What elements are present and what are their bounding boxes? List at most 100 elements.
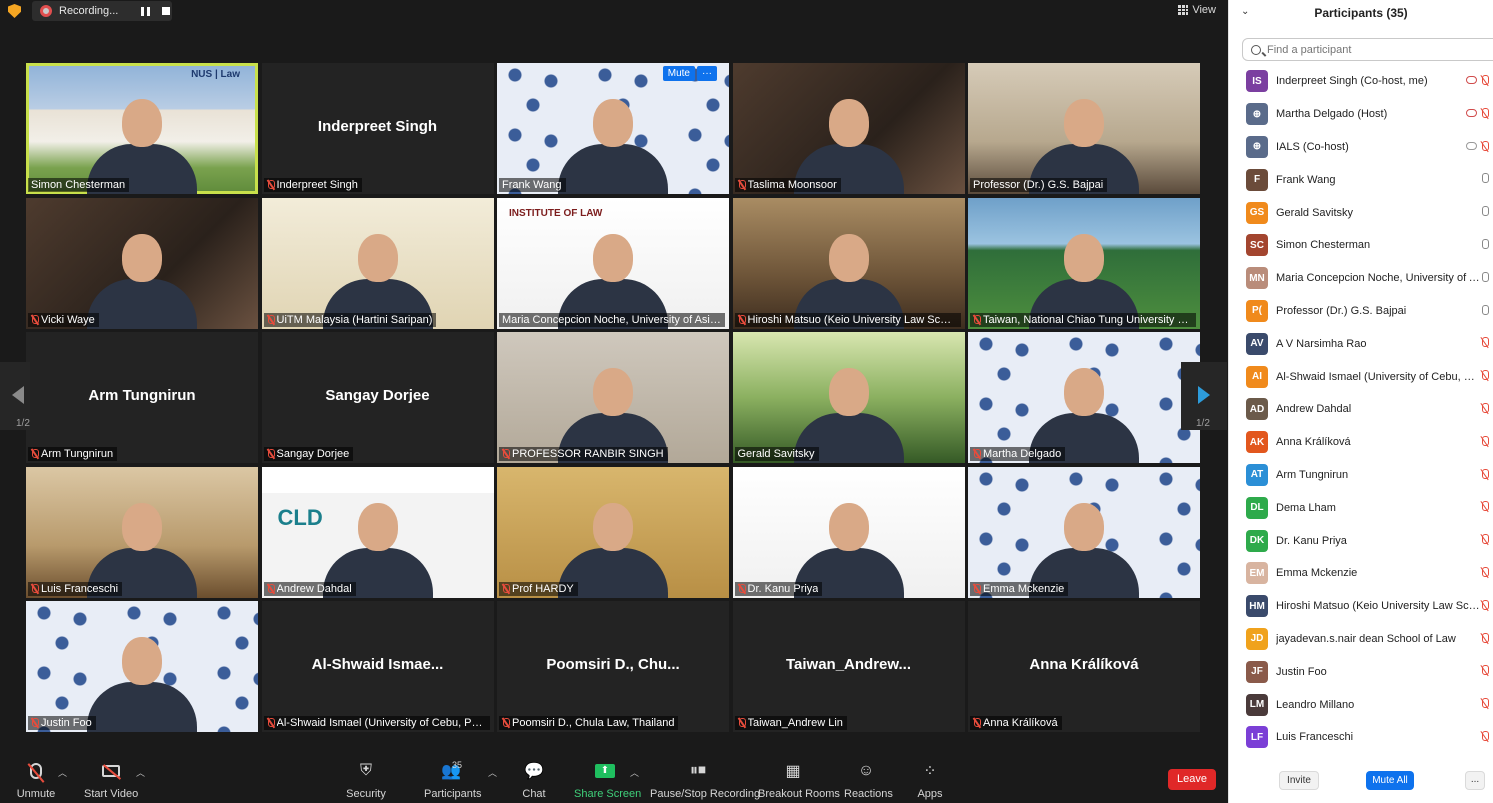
participant-row[interactable]: HM Hiroshi Matsuo (Keio University Law Sc…: [1229, 590, 1493, 623]
reactions-button[interactable]: ☺ Reactions: [844, 760, 893, 800]
video-tile[interactable]: PROFESSOR RANBIR SINGH: [497, 332, 729, 463]
video-tile[interactable]: Emma Mckenzie: [968, 466, 1200, 598]
video-tile[interactable]: Martha Delgado: [968, 332, 1200, 463]
microphone-icon[interactable]: [1481, 173, 1489, 184]
microphone-icon[interactable]: [1481, 206, 1489, 217]
participant-row[interactable]: AV A V Narsimha Rao: [1229, 327, 1493, 360]
video-tile[interactable]: Gerald Savitsky: [732, 332, 965, 463]
video-tile[interactable]: CLD Andrew Dahdal: [261, 466, 494, 598]
microphone-muted-icon: [973, 718, 981, 728]
microphone-muted-icon[interactable]: [1481, 337, 1489, 348]
participant-row[interactable]: ⊕ IALS (Co-host): [1229, 131, 1493, 164]
microphone-icon[interactable]: [1481, 238, 1489, 250]
invite-button[interactable]: Invite: [1279, 771, 1319, 790]
microphone-muted-icon[interactable]: [1481, 698, 1489, 709]
video-tile[interactable]: Taslima Moonsoor: [732, 63, 965, 194]
participant-row[interactable]: P(Professor (Dr.) G.S. Bajpai: [1229, 295, 1493, 328]
microphone-icon[interactable]: [1481, 304, 1489, 316]
security-shield-icon[interactable]: [8, 4, 21, 18]
more-options-button[interactable]: ...: [1465, 771, 1485, 790]
participant-row[interactable]: JF Justin Foo: [1229, 655, 1493, 688]
mute-all-button[interactable]: Mute All: [1366, 771, 1414, 790]
participant-row[interactable]: JD jayadevan.s.nair dean School of Law: [1229, 623, 1493, 656]
video-tile[interactable]: Dr. Kanu Priya: [732, 466, 965, 598]
video-tile[interactable]: Taiwan_Andrew... Taiwan_Andrew Lin: [732, 601, 965, 732]
microphone-muted-icon[interactable]: [1481, 370, 1489, 381]
stop-recording-icon[interactable]: [162, 7, 170, 15]
leave-button[interactable]: Leave: [1168, 769, 1216, 790]
microphone-muted-icon[interactable]: [1481, 730, 1489, 742]
video-tile[interactable]: Inderpreet Singh Inderpreet Singh: [261, 63, 494, 194]
video-tile[interactable]: Poomsiri D., Chu... Poomsiri D., Chula La…: [497, 601, 729, 732]
participant-row[interactable]: EM Emma Mckenzie: [1229, 557, 1493, 590]
participant-row[interactable]: F Frank Wang: [1229, 163, 1493, 196]
audio-options-caret-icon[interactable]: ︿: [58, 766, 67, 779]
participants-caret-icon[interactable]: ︿: [488, 766, 497, 779]
microphone-muted-icon[interactable]: [1481, 435, 1489, 447]
meeting-toolbar: Unmute ︿ Start Video ︿ ⛨ Security 👥 35 Pa…: [0, 756, 1228, 803]
pause-stop-recording-button[interactable]: ⏸⏹ Pause/Stop Recording: [650, 760, 760, 800]
name-tag: Frank Wang: [499, 178, 566, 192]
video-tile[interactable]: INSTITUTE OF LAW Maria Concepcion Noche, …: [497, 197, 729, 329]
microphone-muted-icon[interactable]: [1481, 75, 1489, 86]
start-video-label: Start Video: [84, 788, 139, 800]
apps-button[interactable]: ⁘ Apps: [914, 760, 946, 800]
video-tile[interactable]: Vicki Waye: [26, 197, 258, 329]
participant-row[interactable]: AT Arm Tungnirun: [1229, 459, 1493, 492]
pause-recording-icon[interactable]: [141, 6, 150, 16]
participant-row[interactable]: SC Simon Chesterman: [1229, 229, 1493, 262]
microphone-muted-icon[interactable]: [1481, 632, 1489, 644]
microphone-muted-icon[interactable]: [1481, 107, 1489, 119]
video-tile[interactable]: Al-Shwaid Ismae... Al-Shwaid Ismael (Univ…: [261, 601, 494, 732]
participant-row[interactable]: LM Leandro Millano: [1229, 688, 1493, 721]
video-tile[interactable]: Mute ··· Frank Wang: [497, 63, 729, 194]
participant-search-input[interactable]: [1267, 43, 1487, 56]
video-tile[interactable]: Taiwan, National Chiao Tung University S…: [968, 197, 1200, 329]
participant-row[interactable]: GS Gerald Savitsky: [1229, 196, 1493, 229]
microphone-muted-icon[interactable]: [1481, 534, 1489, 545]
security-button[interactable]: ⛨ Security: [346, 760, 386, 800]
participant-row[interactable]: IS Inderpreet Singh (Co-host, me): [1229, 65, 1493, 98]
video-tile[interactable]: UiTM Malaysia (Hartini Saripan): [261, 197, 494, 329]
view-button[interactable]: View: [1178, 4, 1216, 16]
participant-row[interactable]: MN Maria Concepcion Noche, University of …: [1229, 262, 1493, 295]
video-tile[interactable]: Sangay Dorjee Sangay Dorjee: [261, 332, 494, 463]
microphone-muted-icon[interactable]: [1481, 501, 1489, 512]
mute-participant-button[interactable]: Mute: [662, 66, 695, 81]
participant-name: Andrew Dahdal: [1276, 403, 1352, 416]
participant-name: PROFESSOR RANBIR SINGH: [512, 448, 664, 460]
microphone-muted-icon[interactable]: [1481, 468, 1489, 480]
breakout-rooms-button[interactable]: ▦ Breakout Rooms: [758, 760, 840, 800]
participant-row[interactable]: LF Luis Franceschi: [1229, 721, 1493, 754]
microphone-icon[interactable]: [1481, 271, 1489, 283]
microphone-muted-icon[interactable]: [1481, 599, 1489, 611]
participant-search[interactable]: [1242, 38, 1493, 61]
video-tile[interactable]: Luis Franceschi: [26, 466, 258, 598]
participant-row[interactable]: ⊕ Martha Delgado (Host): [1229, 98, 1493, 131]
participant-row[interactable]: AK Anna Králíková: [1229, 426, 1493, 459]
video-tile[interactable]: Prof HARDY: [497, 466, 729, 598]
participants-button[interactable]: 👥 35 Participants: [424, 760, 481, 800]
participant-row[interactable]: DK Dr. Kanu Priya: [1229, 524, 1493, 557]
participant-row[interactable]: DL Dema Lham: [1229, 491, 1493, 524]
microphone-muted-icon[interactable]: [1481, 402, 1489, 414]
more-options-button[interactable]: ···: [697, 66, 717, 81]
participant-row[interactable]: AD Andrew Dahdal: [1229, 393, 1493, 426]
unmute-button[interactable]: Unmute: [16, 760, 56, 800]
microphone-muted-icon[interactable]: [1481, 665, 1489, 676]
chat-button[interactable]: 💬 Chat: [518, 760, 550, 800]
microphone-muted-icon[interactable]: [1481, 140, 1489, 152]
video-options-caret-icon[interactable]: ︿: [136, 766, 145, 779]
start-video-button[interactable]: Start Video: [84, 760, 138, 800]
video-tile[interactable]: Justin Foo: [26, 601, 258, 732]
video-tile[interactable]: Anna Králíková Anna Králíková: [968, 601, 1200, 732]
video-tile[interactable]: Arm Tungnirun Arm Tungnirun: [26, 332, 258, 463]
share-screen-button[interactable]: ⬆ Share Screen: [574, 760, 641, 800]
video-tile[interactable]: Professor (Dr.) G.S. Bajpai: [968, 63, 1200, 194]
recording-label: Recording...: [59, 5, 119, 17]
share-options-caret-icon[interactable]: ︿: [630, 766, 639, 779]
participant-row[interactable]: AI Al-Shwaid Ismael (University of Cebu, …: [1229, 360, 1493, 393]
microphone-muted-icon[interactable]: [1481, 566, 1489, 578]
video-tile[interactable]: Hiroshi Matsuo (Keio University Law Scho…: [732, 197, 965, 329]
video-tile[interactable]: NUS | Law Simon Chesterman: [26, 63, 258, 194]
